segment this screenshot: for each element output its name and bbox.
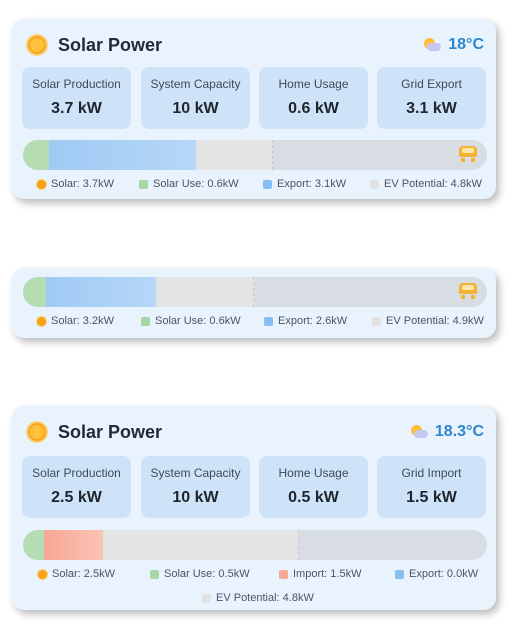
stats-row: Solar Production 2.5 kW System Capacity … (22, 456, 486, 518)
legend-export: Export: 3.1kW (263, 178, 346, 190)
stat-label: System Capacity (150, 466, 241, 480)
legend-label: Import: 1.5kW (293, 568, 362, 580)
solar-use-segment (23, 140, 49, 170)
ev-potential-segment (196, 140, 273, 170)
card-title: Solar Power (58, 421, 163, 442)
legend-label: Export: 3.1kW (277, 178, 347, 190)
energy-flow-bar (23, 277, 487, 307)
legend-import: Import: 1.5kW (279, 568, 361, 580)
stat-grid-export: Grid Export 3.1 kW (377, 67, 486, 129)
legend-label: Solar Use: 0.6kW (155, 315, 241, 327)
stat-home-usage: Home Usage 0.5 kW (259, 456, 368, 518)
stat-label: Solar Production (32, 77, 121, 91)
legend-label: Solar: 2.5kW (52, 568, 115, 580)
temperature-value: 18°C (448, 36, 484, 53)
stats-row: Solar Production 3.7 kW System Capacity … (22, 67, 486, 129)
legend-label: EV Potential: 4.9kW (386, 315, 484, 327)
legend-swatch (372, 316, 381, 326)
energy-flow-bar (23, 530, 487, 560)
export-segment (49, 140, 196, 170)
legend-solar-use: Solar Use: 0.5kW (150, 568, 250, 580)
legend-export: Export: 2.6kW (264, 315, 347, 327)
partly-cloudy-icon (422, 37, 442, 53)
stat-home-usage: Home Usage 0.6 kW (259, 67, 368, 129)
legend-label: Solar Use: 0.6kW (153, 178, 239, 190)
legend-solar: Solar: 3.2kW (37, 315, 114, 327)
ev-car-icon (459, 283, 477, 301)
legend-ev-potential: EV Potential: 4.8kW (202, 592, 314, 604)
legend-solar: Solar: 2.5kW (38, 568, 115, 580)
solar-use-segment (23, 277, 46, 307)
solar-use-segment (23, 530, 44, 560)
legend-swatch (370, 179, 379, 189)
legend-solar-use: Solar Use: 0.6kW (141, 315, 241, 327)
stat-value: 3.7 kW (51, 100, 102, 117)
export-segment (46, 277, 156, 307)
stat-value: 0.6 kW (288, 100, 339, 117)
sun-icon (28, 36, 46, 54)
partly-cloudy-icon (409, 424, 429, 440)
legend-label: EV Potential: 4.8kW (384, 178, 482, 190)
stat-label: Grid Import (401, 466, 462, 480)
stat-value: 10 kW (172, 100, 219, 117)
legend-label: EV Potential: 4.8kW (216, 592, 314, 604)
legend-ev-potential: EV Potential: 4.9kW (372, 315, 484, 327)
legend-solar: Solar: 3.7kW (37, 178, 114, 190)
legend-ev-potential: EV Potential: 4.8kW (370, 178, 482, 190)
stat-value: 10 kW (172, 489, 219, 506)
legend-swatch (202, 593, 211, 603)
card-header: Solar Power 18°C (22, 33, 484, 57)
solar-power-card: Solar Power 18°C Solar Production 3.7 kW… (12, 19, 496, 199)
stat-system-capacity: System Capacity 10 kW (141, 67, 250, 129)
stat-label: Home Usage (278, 466, 349, 480)
ev-car-icon (459, 146, 477, 164)
card-header: Solar Power 18.3°C (22, 420, 484, 444)
energy-flow-bar (23, 140, 487, 170)
import-segment (44, 530, 103, 560)
stat-solar-production: Solar Production 2.5 kW (22, 456, 131, 518)
stat-label: System Capacity (150, 77, 241, 91)
sun-icon (38, 569, 47, 579)
solar-flow-card: Solar: 3.2kW Solar Use: 0.6kW Export: 2.… (12, 268, 496, 338)
sun-icon (37, 316, 46, 326)
ev-potential-segment (156, 277, 254, 307)
legend-swatch (139, 179, 148, 189)
weather-indicator: 18.3°C (409, 423, 484, 441)
stat-value: 1.5 kW (406, 489, 457, 506)
legend-label: Solar Use: 0.5kW (164, 568, 250, 580)
legend-label: Export: 2.6kW (278, 315, 348, 327)
stat-value: 0.5 kW (288, 489, 339, 506)
legend-swatch (395, 569, 404, 579)
weather-indicator: 18°C (422, 36, 484, 54)
stat-value: 3.1 kW (406, 100, 457, 117)
legend-label: Solar: 3.7kW (51, 178, 114, 190)
legend-swatch (279, 569, 288, 579)
legend-solar-use: Solar Use: 0.6kW (139, 178, 239, 190)
legend-label: Export: 0.0kW (409, 568, 479, 580)
sun-icon (28, 423, 46, 441)
sun-icon (37, 179, 46, 189)
legend-label: Solar: 3.2kW (51, 315, 114, 327)
solar-power-card: Solar Power 18.3°C Solar Production 2.5 … (12, 406, 496, 610)
stat-label: Home Usage (278, 77, 349, 91)
legend-swatch (264, 316, 273, 326)
stat-grid-import: Grid Import 1.5 kW (377, 456, 486, 518)
ev-potential-segment (103, 530, 299, 560)
temperature-value: 18.3°C (434, 423, 484, 440)
card-title: Solar Power (58, 34, 163, 55)
stat-label: Solar Production (32, 466, 121, 480)
legend-swatch (150, 569, 159, 579)
stat-system-capacity: System Capacity 10 kW (141, 456, 250, 518)
stat-label: Grid Export (401, 77, 462, 91)
legend-swatch (141, 316, 150, 326)
legend-export: Export: 0.0kW (395, 568, 478, 580)
stat-solar-production: Solar Production 3.7 kW (22, 67, 131, 129)
legend-swatch (263, 179, 272, 189)
stat-value: 2.5 kW (51, 489, 102, 506)
